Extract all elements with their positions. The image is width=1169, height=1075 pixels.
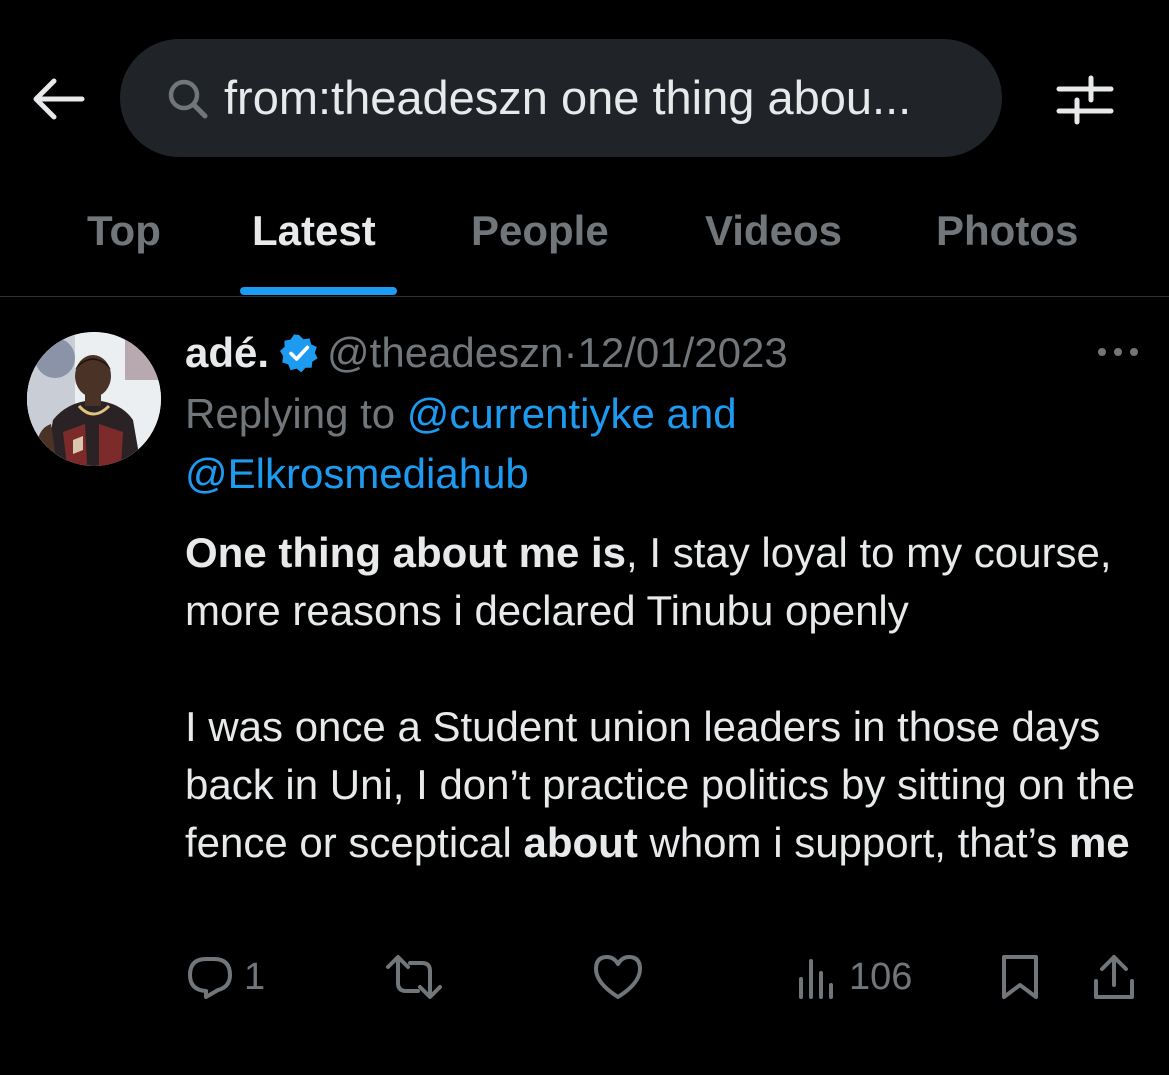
search-settings-button[interactable]: [1055, 72, 1115, 128]
view-count: 106: [849, 955, 913, 998]
tweet-paragraph-2: I was once a Student union leaders in th…: [185, 698, 1145, 872]
tweet-text: One thing about me is, I stay loyal to m…: [185, 524, 1145, 872]
heart-icon: [594, 955, 642, 999]
retweet-button[interactable]: [384, 950, 444, 1004]
highlight-text: One thing about me is: [185, 529, 627, 576]
replying-prefix: Replying to: [185, 390, 396, 437]
back-button[interactable]: [30, 76, 88, 122]
highlight-text: about: [523, 819, 638, 866]
views-icon: [799, 959, 833, 999]
highlight-text: me: [1068, 819, 1130, 866]
more-options-button[interactable]: [1094, 340, 1142, 364]
tweet-date[interactable]: 12/01/2023: [578, 329, 788, 376]
display-name[interactable]: adé.: [185, 329, 269, 376]
share-button[interactable]: [1090, 950, 1138, 1004]
tweet-paragraph-1: One thing about me is, I stay loyal to m…: [185, 524, 1145, 640]
active-tab-indicator: [240, 287, 397, 295]
tab-latest[interactable]: Latest: [252, 190, 376, 272]
avatar-image: [27, 332, 161, 466]
more-dots-icon: [1098, 348, 1138, 356]
views-button[interactable]: 106: [797, 950, 912, 1004]
share-icon: [1094, 955, 1134, 999]
reply-and: and: [666, 390, 737, 437]
reply-user-link-2[interactable]: @Elkrosmediahub: [185, 450, 529, 497]
verified-badge-icon: [280, 334, 318, 373]
user-handle[interactable]: @theadeszn: [327, 329, 563, 376]
like-button[interactable]: [592, 950, 644, 1004]
sliders-icon: [1056, 75, 1114, 125]
avatar[interactable]: [27, 332, 161, 466]
arrow-left-icon: [33, 78, 85, 120]
reply-user-link-1[interactable]: @currentiyke: [407, 390, 655, 437]
search-icon: [168, 79, 208, 119]
search-query[interactable]: from:theadeszn one thing abou...: [224, 39, 911, 157]
tweet-text-segment: whom i support, that’s: [637, 819, 1069, 866]
tab-videos[interactable]: Videos: [705, 190, 842, 272]
tab-top[interactable]: Top: [87, 190, 161, 272]
separator-dot: ·: [563, 329, 578, 376]
bookmark-icon: [1002, 955, 1038, 999]
tab-people[interactable]: People: [471, 190, 609, 272]
bookmark-button[interactable]: [998, 950, 1042, 1004]
search-bar[interactable]: from:theadeszn one thing abou...: [120, 39, 1002, 157]
tab-photos[interactable]: Photos: [936, 190, 1078, 272]
reply-icon: [188, 957, 232, 999]
retweet-icon: [386, 955, 442, 999]
replying-to: Replying to @currentiyke and @Elkrosmedi…: [185, 384, 1145, 504]
reply-button[interactable]: 1: [186, 950, 265, 1004]
divider: [0, 296, 1169, 297]
reply-count: 1: [244, 955, 266, 998]
tweet-header: adé. @theadeszn·12/01/2023: [185, 325, 788, 381]
search-tabs: Top Latest People Videos Photos: [0, 190, 1169, 296]
